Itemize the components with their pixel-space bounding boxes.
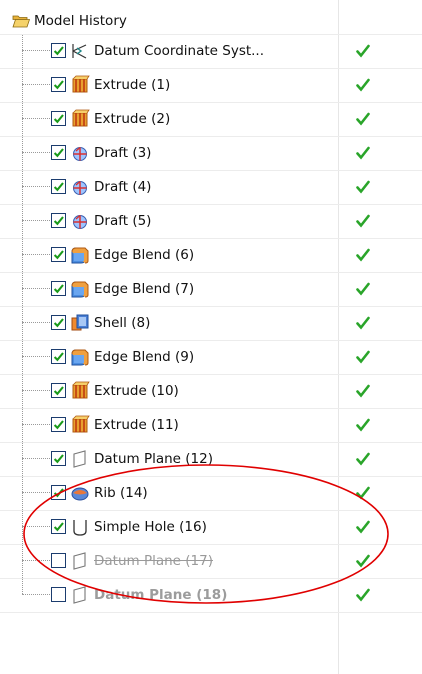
tree-branch-connector bbox=[22, 152, 50, 153]
tree-row[interactable]: Draft (3) bbox=[0, 136, 422, 170]
row-separator bbox=[0, 102, 422, 103]
tree-branch-connector bbox=[22, 220, 50, 221]
row-separator bbox=[0, 612, 422, 613]
green-check-icon bbox=[356, 44, 370, 58]
tree-row[interactable]: Edge Blend (7) bbox=[0, 272, 422, 306]
draft-icon bbox=[70, 177, 90, 197]
feature-checkbox[interactable] bbox=[51, 417, 66, 432]
open-folder-icon bbox=[12, 15, 30, 28]
feature-checkbox[interactable] bbox=[51, 213, 66, 228]
row-separator bbox=[0, 374, 422, 375]
row-separator bbox=[0, 68, 422, 69]
feature-label: Datum Coordinate Syst... bbox=[94, 43, 265, 59]
feature-checkbox[interactable] bbox=[51, 315, 66, 330]
green-check-icon bbox=[356, 350, 370, 364]
model-history-root[interactable]: Model History bbox=[12, 8, 127, 34]
feature-label: Edge Blend (9) bbox=[94, 349, 195, 365]
shell-icon bbox=[70, 313, 90, 333]
extrude-icon bbox=[70, 381, 90, 401]
tree-branch-connector bbox=[22, 356, 50, 357]
row-separator bbox=[0, 442, 422, 443]
row-separator bbox=[0, 272, 422, 273]
row-separator bbox=[0, 34, 422, 35]
tree-branch-connector bbox=[22, 390, 50, 391]
green-check-icon bbox=[356, 248, 370, 262]
tree-row[interactable]: Edge Blend (6) bbox=[0, 238, 422, 272]
model-history-tree: Model History Datum Coordinate Syst... Ex… bbox=[0, 0, 422, 674]
green-check-icon bbox=[356, 146, 370, 160]
tree-branch-connector bbox=[22, 118, 50, 119]
extrude-icon bbox=[70, 415, 90, 435]
feature-label: Edge Blend (6) bbox=[94, 247, 195, 263]
tree-branch-connector bbox=[22, 458, 50, 459]
feature-checkbox[interactable] bbox=[51, 349, 66, 364]
feature-label: Extrude (1) bbox=[94, 77, 171, 93]
edge-blend-icon bbox=[70, 245, 90, 265]
green-check-icon bbox=[356, 316, 370, 330]
edge-blend-icon bbox=[70, 279, 90, 299]
tree-row[interactable]: Draft (4) bbox=[0, 170, 422, 204]
feature-label: Extrude (2) bbox=[94, 111, 171, 127]
feature-checkbox[interactable] bbox=[51, 145, 66, 160]
tree-branch-connector bbox=[22, 50, 50, 51]
feature-label: Shell (8) bbox=[94, 315, 151, 331]
extrude-icon bbox=[70, 75, 90, 95]
tree-branch-connector bbox=[22, 424, 50, 425]
feature-label: Draft (4) bbox=[94, 179, 152, 195]
green-check-icon bbox=[356, 282, 370, 296]
green-check-icon bbox=[356, 78, 370, 92]
tree-row[interactable]: Extrude (11) bbox=[0, 408, 422, 442]
feature-checkbox[interactable] bbox=[51, 247, 66, 262]
green-check-icon bbox=[356, 214, 370, 228]
draft-icon bbox=[70, 211, 90, 231]
tree-row[interactable]: Draft (5) bbox=[0, 204, 422, 238]
feature-checkbox[interactable] bbox=[51, 111, 66, 126]
tree-branch-connector bbox=[22, 288, 50, 289]
root-label: Model History bbox=[34, 13, 127, 29]
tree-branch-connector bbox=[22, 84, 50, 85]
row-separator bbox=[0, 136, 422, 137]
red-annotation-ellipse bbox=[23, 464, 389, 604]
tree-branch-connector bbox=[22, 254, 50, 255]
tree-row[interactable]: Extrude (10) bbox=[0, 374, 422, 408]
feature-label: Draft (3) bbox=[94, 145, 152, 161]
tree-row[interactable]: Edge Blend (9) bbox=[0, 340, 422, 374]
green-check-icon bbox=[356, 180, 370, 194]
green-check-icon bbox=[356, 418, 370, 432]
row-separator bbox=[0, 204, 422, 205]
green-check-icon bbox=[356, 112, 370, 126]
feature-label: Extrude (11) bbox=[94, 417, 179, 433]
tree-branch-connector bbox=[22, 322, 50, 323]
feature-checkbox[interactable] bbox=[51, 383, 66, 398]
row-separator bbox=[0, 340, 422, 341]
extrude-icon bbox=[70, 109, 90, 129]
row-separator bbox=[0, 408, 422, 409]
feature-label: Edge Blend (7) bbox=[94, 281, 195, 297]
tree-row[interactable]: Extrude (1) bbox=[0, 68, 422, 102]
row-separator bbox=[0, 306, 422, 307]
draft-icon bbox=[70, 143, 90, 163]
green-check-icon bbox=[356, 384, 370, 398]
row-separator bbox=[0, 238, 422, 239]
feature-checkbox[interactable] bbox=[51, 77, 66, 92]
feature-label: Draft (5) bbox=[94, 213, 152, 229]
feature-label: Extrude (10) bbox=[94, 383, 179, 399]
tree-row[interactable]: Datum Coordinate Syst... bbox=[0, 34, 422, 68]
edge-blend-icon bbox=[70, 347, 90, 367]
tree-row[interactable]: Extrude (2) bbox=[0, 102, 422, 136]
tree-row[interactable]: Shell (8) bbox=[0, 306, 422, 340]
feature-checkbox[interactable] bbox=[51, 43, 66, 58]
tree-branch-connector bbox=[22, 186, 50, 187]
datum-csys-icon bbox=[70, 41, 90, 61]
row-separator bbox=[0, 170, 422, 171]
feature-checkbox[interactable] bbox=[51, 179, 66, 194]
feature-checkbox[interactable] bbox=[51, 281, 66, 296]
